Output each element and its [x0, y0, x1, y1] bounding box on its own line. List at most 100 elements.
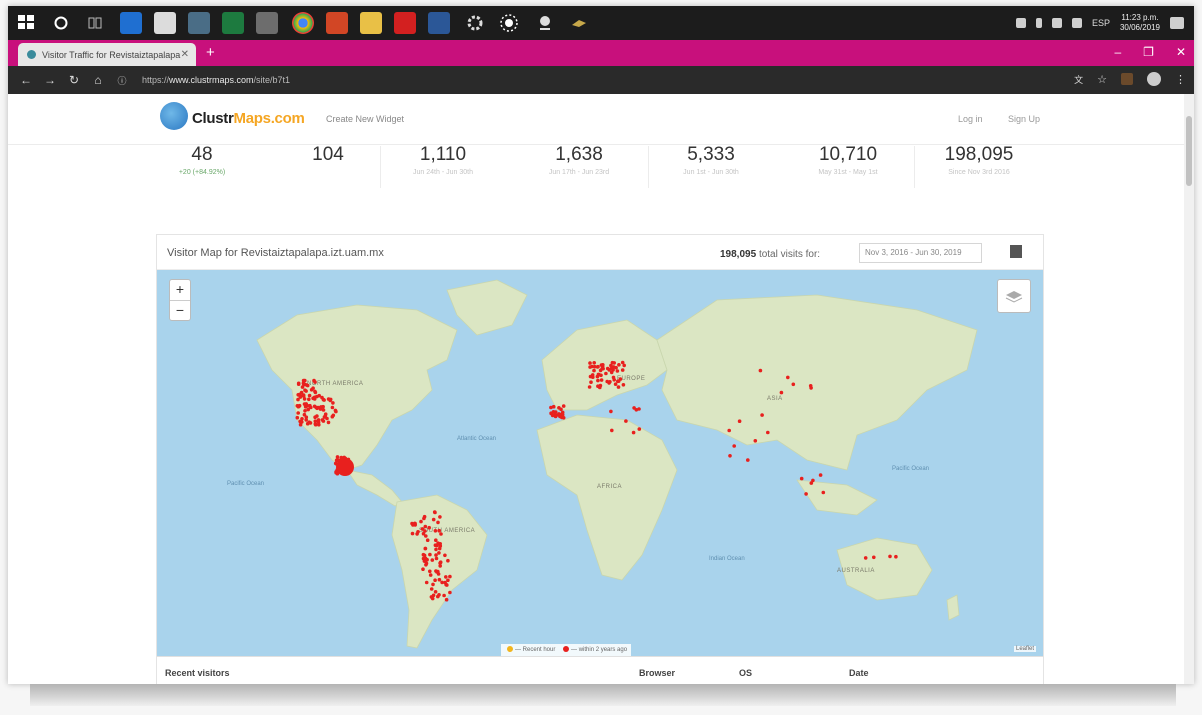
chrome-icon[interactable]: [292, 12, 314, 34]
visitor-marker[interactable]: [590, 364, 594, 369]
visitor-marker[interactable]: [587, 385, 592, 389]
visitor-marker[interactable]: [305, 404, 310, 408]
browser-tab[interactable]: Visitor Traffic for Revistaiztapalapa...…: [18, 43, 196, 66]
visitor-marker[interactable]: [428, 569, 432, 574]
visitor-marker[interactable]: [433, 578, 437, 582]
visitor-marker[interactable]: [634, 408, 639, 412]
restore-icon[interactable]: ❐: [1143, 45, 1154, 59]
visitor-marker[interactable]: [421, 531, 426, 536]
menu-dots-icon[interactable]: ⋮: [1175, 73, 1186, 86]
minimize-icon[interactable]: –: [1114, 45, 1121, 59]
visitor-marker[interactable]: [424, 580, 429, 585]
site-info-icon[interactable]: ⓘ: [116, 74, 128, 87]
back-arrow-icon[interactable]: ←: [20, 73, 32, 87]
edge-browser-icon[interactable]: [120, 12, 142, 34]
notifications-icon[interactable]: [1170, 17, 1184, 29]
visitor-marker[interactable]: [616, 379, 621, 383]
visitor-marker[interactable]: [591, 375, 595, 379]
visitor-marker[interactable]: [302, 397, 307, 401]
extension-icon[interactable]: [1121, 73, 1133, 85]
visitor-marker[interactable]: [313, 390, 318, 395]
profile-avatar-icon[interactable]: [1147, 72, 1161, 86]
visitor-marker[interactable]: [436, 520, 440, 525]
visitor-marker[interactable]: [894, 554, 898, 559]
visitor-marker[interactable]: [599, 378, 604, 382]
visitor-marker[interactable]: [434, 547, 438, 552]
visitor-marker[interactable]: [304, 415, 309, 419]
bookmark-star-icon[interactable]: ☆: [1097, 73, 1107, 86]
visitor-marker[interactable]: [429, 587, 434, 591]
close-window-icon[interactable]: ✕: [1176, 45, 1186, 59]
scrollbar-thumb[interactable]: [1186, 116, 1192, 186]
visitor-marker[interactable]: [553, 414, 558, 419]
visitor-marker[interactable]: [809, 481, 814, 485]
visitor-marker[interactable]: [620, 368, 625, 372]
excel-icon[interactable]: [222, 12, 244, 34]
visitor-marker[interactable]: [622, 363, 626, 368]
visitor-marker[interactable]: [728, 454, 732, 458]
visitor-marker[interactable]: [438, 564, 443, 568]
visitor-marker[interactable]: [313, 422, 318, 427]
visitor-marker[interactable]: [598, 383, 603, 388]
settings-gear-icon[interactable]: [464, 12, 486, 34]
acrobat-icon[interactable]: [394, 12, 416, 34]
visitor-marker[interactable]: [419, 519, 423, 524]
visitor-marker[interactable]: [804, 492, 808, 496]
visitor-marker[interactable]: [615, 369, 620, 373]
translate-icon[interactable]: 文: [1074, 73, 1083, 86]
visitor-marker[interactable]: [558, 412, 562, 417]
visitor-marker[interactable]: [613, 382, 618, 386]
search-circle-icon[interactable]: [50, 12, 72, 34]
visitor-marker[interactable]: [412, 521, 417, 526]
visitor-marker[interactable]: [444, 597, 449, 602]
visitor-marker[interactable]: [732, 444, 736, 448]
visitor-marker[interactable]: [322, 398, 326, 402]
visitor-marker[interactable]: [610, 428, 614, 433]
visitor-marker[interactable]: [303, 409, 307, 413]
powerpoint-icon[interactable]: [326, 12, 348, 34]
visitor-marker[interactable]: [437, 551, 441, 555]
visitor-marker[interactable]: [317, 422, 321, 427]
visitor-marker[interactable]: [315, 414, 319, 418]
visitor-marker[interactable]: [315, 406, 319, 411]
calendar-icon[interactable]: [256, 12, 278, 34]
visitor-marker[interactable]: [637, 427, 642, 431]
world-map[interactable]: NORTH AMERICA SOUTH AMERICA AFRICA EUROP…: [157, 270, 1043, 656]
windows-start-icon[interactable]: [16, 12, 38, 34]
visitor-marker[interactable]: [445, 583, 449, 587]
visitor-marker[interactable]: [435, 543, 439, 548]
visitor-marker[interactable]: [766, 430, 770, 435]
zoom-out-button[interactable]: −: [170, 301, 190, 321]
visitor-marker[interactable]: [427, 525, 432, 530]
visitor-marker[interactable]: [431, 582, 435, 587]
reload-icon[interactable]: ↻: [68, 73, 80, 87]
visitor-marker[interactable]: [446, 578, 450, 583]
visitor-marker[interactable]: [437, 546, 442, 551]
visitor-marker[interactable]: [596, 364, 600, 369]
visitor-marker[interactable]: [424, 557, 429, 562]
visitor-marker[interactable]: [611, 375, 616, 380]
tab-close-icon[interactable]: ✕: [181, 49, 189, 60]
task-view-icon[interactable]: [84, 12, 106, 34]
visitor-marker[interactable]: [312, 378, 316, 383]
create-widget-link[interactable]: Create New Widget: [326, 114, 404, 124]
visitor-marker[interactable]: [330, 405, 335, 410]
visitor-marker[interactable]: [433, 529, 438, 533]
chevron-up-icon[interactable]: [1035, 18, 1042, 28]
visitor-marker[interactable]: [592, 368, 596, 373]
visitor-marker[interactable]: [607, 368, 611, 372]
visitor-marker[interactable]: [448, 590, 452, 595]
visitor-marker[interactable]: [300, 385, 305, 389]
visitor-marker[interactable]: [421, 567, 425, 571]
visitor-marker[interactable]: [424, 563, 428, 567]
visitor-marker[interactable]: [333, 408, 338, 413]
visitor-marker[interactable]: [596, 378, 600, 383]
visitor-marker[interactable]: [437, 528, 442, 533]
visitor-marker[interactable]: [311, 386, 315, 390]
map-attribution[interactable]: Leaflet: [1014, 646, 1037, 652]
visitor-marker[interactable]: [446, 558, 450, 563]
visitor-marker[interactable]: [302, 402, 307, 406]
visitor-marker[interactable]: [434, 556, 439, 561]
visitor-marker[interactable]: [549, 411, 554, 416]
battery-icon[interactable]: [1051, 18, 1062, 28]
